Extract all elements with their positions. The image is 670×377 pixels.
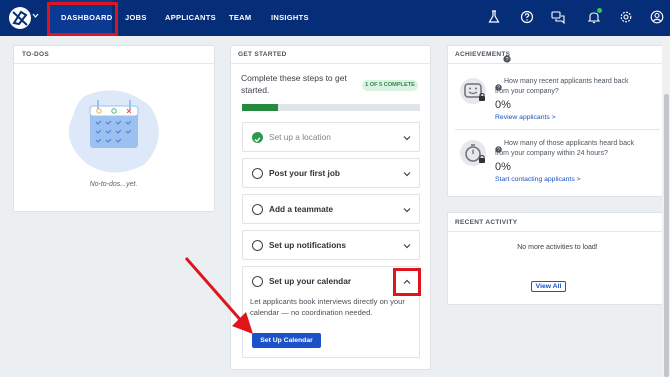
calendar-illustration-icon: [65, 86, 165, 176]
card-divider: [448, 231, 667, 232]
card-divider: [14, 63, 214, 64]
nav-item-applicants[interactable]: APPLICANTS: [165, 0, 216, 36]
todos-empty-text: No-to-dos...yet.: [89, 181, 138, 188]
radio-circle-icon: [252, 240, 263, 251]
step-post-first-job[interactable]: Post your first job: [242, 158, 420, 188]
achievements-title: ACHIEVEMENTS: [455, 51, 511, 58]
flask-icon[interactable]: [487, 10, 501, 24]
achievement-value: 0%: [495, 99, 511, 111]
chat-icon[interactable]: [551, 10, 565, 25]
help-icon[interactable]: [520, 10, 534, 24]
progress-bar: [242, 104, 420, 111]
nav-item-team[interactable]: TEAM: [229, 0, 251, 36]
chevron-down-icon[interactable]: [401, 203, 413, 215]
annotation-box-dashboard: [47, 2, 118, 36]
nav-item-jobs[interactable]: JOBS: [125, 0, 147, 36]
check-circle-icon: [252, 132, 263, 143]
radio-circle-icon: [252, 204, 263, 215]
gear-icon[interactable]: [619, 10, 633, 24]
badge-chat-icon: [457, 76, 489, 106]
radio-circle-icon: [252, 168, 263, 179]
step-label: Set up a location: [269, 132, 331, 142]
step-set-up-notifications[interactable]: Set up notifications: [242, 230, 420, 260]
chevron-down-icon[interactable]: [401, 167, 413, 179]
help-icon[interactable]: ?: [503, 50, 511, 63]
achievement-question: How many recent applicants heard back fr…: [495, 78, 629, 95]
step-add-teammate[interactable]: Add a teammate: [242, 194, 420, 224]
annotation-box-chevron: [393, 268, 421, 296]
card-divider: [231, 63, 430, 64]
achievement-value: 0%: [495, 161, 511, 173]
progress-badge: 1 OF 5 COMPLETE: [362, 80, 418, 91]
notification-dot: [597, 8, 602, 13]
no-activities-text: No more activities to load!: [517, 244, 598, 251]
scrollbar-thumb[interactable]: [664, 94, 669, 377]
set-up-calendar-button[interactable]: Set Up Calendar: [252, 333, 321, 348]
step-label: Add a teammate: [269, 204, 334, 214]
logo-icon[interactable]: [9, 7, 31, 29]
start-contacting-applicants-link[interactable]: Start contacting applicants >: [495, 176, 581, 183]
achievement-question: How many of those applicants heard back …: [495, 140, 634, 157]
chevron-down-icon[interactable]: [32, 12, 39, 24]
review-applicants-link[interactable]: Review applicants >: [495, 114, 556, 121]
chevron-down-icon[interactable]: [401, 239, 413, 251]
recent-activity-title: RECENT ACTIVITY: [455, 219, 518, 226]
chevron-down-icon[interactable]: [401, 131, 413, 143]
calendar-description: Let applicants book interviews directly …: [250, 297, 405, 317]
card-divider: [448, 63, 667, 64]
badge-stopwatch-icon: [457, 138, 489, 168]
annotation-arrow-icon: [180, 252, 260, 342]
get-started-intro: Complete these steps to get started.: [241, 73, 347, 95]
step-set-up-location[interactable]: Set up a location: [242, 122, 420, 152]
todos-title: TO-DOS: [22, 51, 49, 58]
step-label: Post your first job: [269, 168, 340, 178]
step-label: Set up notifications: [269, 240, 346, 250]
view-all-button[interactable]: View All: [531, 281, 566, 292]
get-started-title: GET STARTED: [238, 51, 287, 58]
user-icon[interactable]: [650, 10, 664, 24]
nav-item-insights[interactable]: INSIGHTS: [271, 0, 309, 36]
progress-bar-fill: [242, 104, 278, 111]
achievements-card: [447, 45, 668, 197]
step-label: Set up your calendar: [269, 276, 352, 286]
card-divider: [455, 129, 660, 130]
